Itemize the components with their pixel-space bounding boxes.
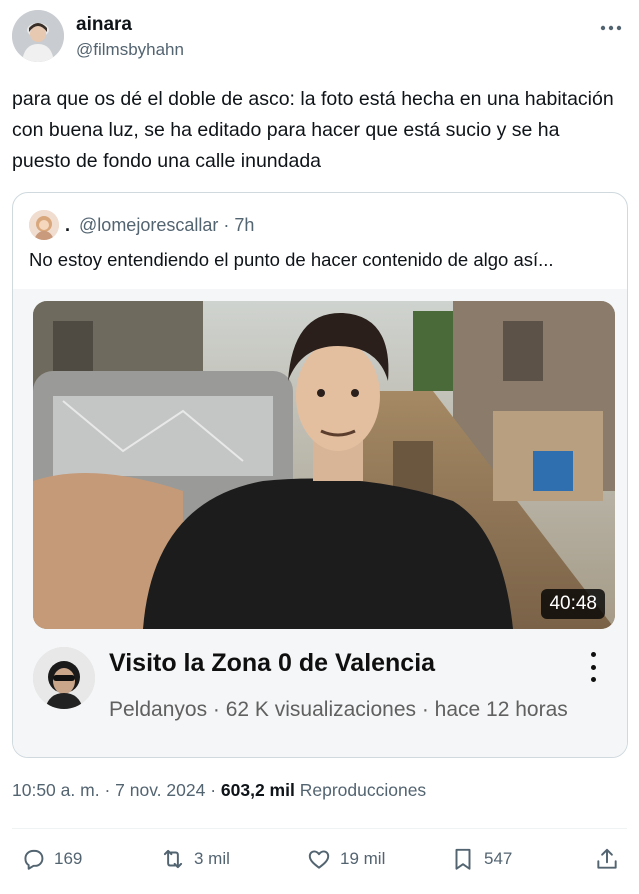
author-handle[interactable]: @filmsbyhahn bbox=[76, 40, 184, 60]
reply-icon bbox=[24, 849, 44, 870]
kebab-icon[interactable] bbox=[583, 649, 603, 685]
quoted-tweet-text: No estoy entendiendo el punto de hacer c… bbox=[29, 249, 554, 270]
video-screenshot[interactable]: 40:48 Visito la Zona 0 de Valencia Pelda… bbox=[13, 289, 627, 757]
tweet-text: para que os dé el doble de asco: la foto… bbox=[12, 88, 614, 172]
author-avatar[interactable] bbox=[12, 10, 64, 62]
view-count: 603,2 mil bbox=[220, 780, 295, 800]
quoted-author-handle[interactable]: @lomejorescallar bbox=[79, 215, 218, 235]
separator: · bbox=[210, 780, 217, 800]
repost-button[interactable]: 3 mil bbox=[160, 842, 230, 876]
action-bar: 169 3 mil 19 mil 547 bbox=[12, 842, 627, 876]
quoted-author-name: . bbox=[65, 214, 71, 235]
quoted-author-avatar[interactable] bbox=[29, 210, 59, 240]
repost-count: 3 mil bbox=[194, 849, 230, 868]
author-name[interactable]: ainara bbox=[76, 14, 132, 36]
quoted-tweet[interactable]: . @lomejorescallar · 7h No estoy entendi… bbox=[12, 192, 628, 758]
reply-count: 169 bbox=[54, 849, 83, 868]
like-button[interactable]: 19 mil bbox=[306, 842, 385, 876]
video-duration: 40:48 bbox=[541, 589, 605, 619]
video-meta: Peldanyos · 62 K visualizaciones · hace … bbox=[109, 698, 568, 721]
timestamp-row: 10:50 a. m. · 7 nov. 2024 · 603,2 mil Re… bbox=[12, 780, 426, 801]
tweet-header: ainara @filmsbyhahn bbox=[12, 10, 627, 66]
share-icon bbox=[597, 848, 617, 869]
more-icon[interactable] bbox=[597, 14, 625, 42]
like-icon bbox=[308, 850, 330, 869]
separator: · bbox=[104, 780, 111, 800]
tweet-time[interactable]: 10:50 a. m. bbox=[12, 780, 100, 800]
reply-button[interactable]: 169 bbox=[20, 842, 82, 876]
quoted-time[interactable]: 7h bbox=[234, 215, 254, 235]
share-button[interactable] bbox=[594, 842, 628, 876]
quoted-tweet-header: . @lomejorescallar · 7h bbox=[29, 209, 254, 241]
tweet-date[interactable]: 7 nov. 2024 bbox=[115, 780, 205, 800]
channel-avatar[interactable] bbox=[33, 647, 95, 709]
repost-icon bbox=[163, 849, 183, 869]
divider bbox=[12, 828, 627, 829]
like-count: 19 mil bbox=[340, 849, 386, 868]
view-count-label: Reproducciones bbox=[299, 780, 427, 800]
video-title[interactable]: Visito la Zona 0 de Valencia bbox=[109, 649, 435, 678]
video-thumbnail[interactable]: 40:48 bbox=[33, 301, 615, 629]
meta-separator: · bbox=[223, 214, 230, 235]
bookmark-count: 547 bbox=[484, 849, 513, 868]
bookmark-button[interactable]: 547 bbox=[450, 842, 512, 876]
bookmark-icon bbox=[455, 848, 471, 870]
